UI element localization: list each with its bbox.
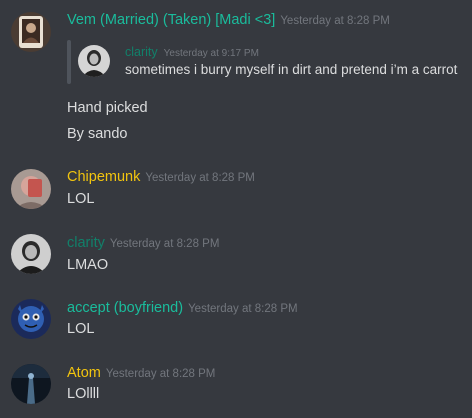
message-content: LOllll [67,386,100,402]
message-header: Chipemunk Yesterday at 8:28 PM [67,168,255,187]
timestamp: Yesterday at 8:28 PM [105,368,216,380]
chat-messages: Vem (Married) (Taken) [Madi <3] Yesterday… [0,0,472,418]
author-name[interactable]: Vem (Married) (Taken) [Madi <3] [67,12,275,28]
message-content: Hand picked [67,100,148,116]
message-header: Vem (Married) (Taken) [Madi <3] Yesterday… [67,11,390,30]
author-name[interactable]: Atom [67,365,101,381]
timestamp: Yesterday at 8:28 PM [188,303,298,315]
author-name[interactable]: Chipemunk [67,169,140,185]
quote-text: sometimes i burry myself in dirt and pre… [125,62,458,77]
avatar[interactable] [11,364,51,404]
message-content: By sando [67,126,128,142]
avatar[interactable] [11,169,51,209]
timestamp: Yesterday at 8:28 PM [280,15,390,27]
message-header: accept (boyfriend) Yesterday at 8:28 PM [67,299,298,318]
quote-bar [67,40,71,84]
author-name[interactable]: clarity [67,235,105,251]
avatar[interactable] [11,234,51,274]
avatar[interactable] [11,299,51,339]
message-header: clarity Yesterday at 8:28 PM [67,234,219,253]
message-content: LOL [67,321,95,337]
quote-header: clarity Yesterday at 9:17 PM [125,45,259,61]
quote-avatar[interactable] [78,45,110,77]
timestamp: Yesterday at 8:28 PM [109,238,220,250]
quote-author[interactable]: clarity [125,45,158,59]
message-header: Atom Yesterday at 8:28 PM [67,364,215,383]
avatar[interactable] [11,12,51,52]
timestamp: Yesterday at 8:28 PM [145,172,255,184]
quote-timestamp: Yesterday at 9:17 PM [163,48,259,59]
author-name[interactable]: accept (boyfriend) [67,300,183,316]
message-content: LOL [67,191,95,207]
message-content: LMAO [67,257,109,273]
